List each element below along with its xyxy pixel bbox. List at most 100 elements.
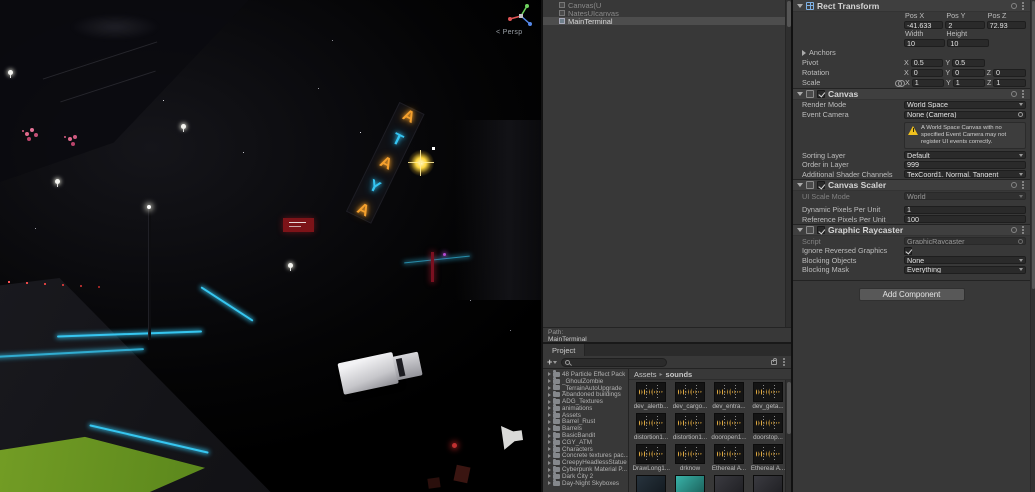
component-header-canvas-scaler[interactable]: Canvas Scaler — [793, 179, 1030, 191]
kebab-menu-icon[interactable] — [1022, 4, 1024, 7]
pivot-x-field[interactable]: 0.5 — [910, 58, 944, 67]
blocking-objects-label: Blocking Objects — [802, 255, 857, 265]
blocking-objects-dropdown[interactable]: None — [904, 256, 1026, 265]
breadcrumb-current[interactable]: sounds — [666, 370, 693, 379]
asset-item[interactable]: dev_entra... — [710, 382, 748, 412]
tab-project[interactable]: Project — [543, 344, 586, 356]
rotation-x-field[interactable]: 0 — [910, 68, 944, 77]
asset-item[interactable] — [710, 475, 748, 492]
rotation-z-field[interactable]: 0 — [993, 68, 1026, 77]
asset-item[interactable]: dev_cargo... — [671, 382, 709, 412]
size-fields-row: 10 10 — [793, 38, 1030, 48]
asset-item[interactable] — [749, 475, 787, 492]
blocking-mask-dropdown[interactable]: Everything — [904, 265, 1026, 274]
asset-item[interactable] — [632, 475, 670, 492]
foldout-icon[interactable] — [797, 228, 803, 232]
foldout-icon[interactable] — [797, 183, 803, 187]
search-input[interactable] — [572, 358, 664, 366]
height-field[interactable]: 10 — [947, 39, 989, 47]
component-enabled-checkbox[interactable] — [817, 89, 825, 98]
chevron-right-icon — [548, 426, 551, 431]
axis-y-label: Y — [946, 78, 951, 87]
smoke-fog — [70, 14, 160, 40]
light-gizmo-icon[interactable] — [55, 179, 60, 187]
shader-channels-label: Additional Shader Channels — [802, 169, 893, 179]
reference-ppu-field[interactable]: 100 — [904, 215, 1026, 224]
audio-waveform-icon — [714, 413, 744, 433]
component-enabled-checkbox[interactable] — [817, 226, 825, 234]
light-gizmo-icon[interactable] — [8, 70, 13, 78]
asset-item[interactable]: dooropen1... — [710, 413, 748, 443]
middle-column: Canvas(U NatesUIcanvas MainTerminal Path… — [541, 0, 791, 492]
event-camera-object-field[interactable]: None (Camera) — [904, 110, 1026, 119]
kebab-menu-icon[interactable] — [1022, 92, 1024, 95]
chevron-right-icon — [548, 433, 551, 438]
object-picker-icon[interactable] — [1018, 112, 1023, 117]
asset-item[interactable]: dev_alertb... — [632, 382, 670, 412]
menu-icon[interactable] — [783, 361, 785, 363]
asset-item[interactable]: distortion1... — [632, 413, 670, 443]
asset-item[interactable]: drknow — [671, 444, 709, 474]
asset-item[interactable] — [671, 475, 709, 492]
rotation-y-field[interactable]: 0 — [952, 68, 985, 77]
order-in-layer-field[interactable]: 999 — [904, 160, 1026, 169]
pos-y-field[interactable]: 2 — [945, 21, 985, 29]
asset-item[interactable]: Ethereal A... — [749, 444, 787, 474]
asset-item[interactable]: doorstop... — [749, 413, 787, 443]
audio-source-gizmo-icon[interactable] — [494, 418, 528, 454]
kebab-menu-icon[interactable] — [1022, 184, 1024, 186]
add-component-button[interactable]: Add Component — [858, 287, 965, 301]
breadcrumb-root[interactable]: Assets — [634, 370, 657, 379]
chevron-right-icon — [548, 447, 551, 452]
foldout-icon[interactable] — [797, 91, 803, 96]
asset-item[interactable]: Ethereal A... — [710, 444, 748, 474]
inspector-scrollbar[interactable] — [1030, 0, 1035, 492]
help-icon[interactable] — [1011, 182, 1017, 188]
foldout-icon[interactable] — [802, 49, 806, 56]
sorting-layer-dropdown[interactable]: Default — [904, 151, 1026, 160]
asset-item[interactable]: dev_geta... — [749, 382, 787, 412]
kebab-menu-icon[interactable] — [1022, 229, 1024, 231]
folder-icon — [553, 424, 560, 432]
lock-icon[interactable] — [771, 357, 777, 365]
folder-item[interactable]: Day-Night Skyboxes — [543, 479, 628, 487]
asset-item[interactable]: DrawLong1... — [632, 444, 670, 474]
dynamic-ppu-field[interactable]: 1 — [904, 205, 1026, 214]
help-icon[interactable] — [1011, 227, 1017, 233]
asset-name: dev_geta... — [752, 403, 784, 410]
asset-item[interactable]: distortion1... — [671, 413, 709, 443]
help-icon[interactable] — [1011, 2, 1017, 9]
ignore-reversed-checkbox[interactable] — [904, 246, 912, 255]
width-field[interactable]: 10 — [904, 39, 946, 47]
light-gizmo-icon[interactable] — [181, 124, 186, 132]
anchors-foldout-row[interactable]: Anchors — [793, 48, 1030, 58]
perspective-mode-label[interactable]: < Persp — [496, 29, 522, 36]
scene-orientation-gizmo[interactable] — [505, 2, 537, 30]
create-asset-button[interactable]: + — [547, 357, 558, 367]
light-gizmo-icon[interactable] — [288, 263, 293, 271]
hierarchy-item-selected[interactable]: MainTerminal — [543, 17, 791, 26]
component-enabled-checkbox[interactable] — [817, 181, 825, 189]
pos-z-field[interactable]: 72.93 — [986, 21, 1026, 29]
audio-waveform-icon — [714, 444, 744, 464]
foldout-icon[interactable] — [797, 3, 803, 8]
component-header-canvas[interactable]: Canvas — [793, 87, 1030, 100]
sorting-layer-label: Sorting Layer — [802, 150, 846, 160]
scene-view[interactable]: A T A Y A < Persp — [0, 0, 541, 492]
scale-link-icon[interactable] — [895, 80, 905, 87]
render-mode-dropdown[interactable]: World Space — [904, 100, 1026, 109]
project-search[interactable] — [561, 357, 668, 367]
pivot-y-field[interactable]: 0.5 — [952, 58, 985, 67]
audio-waveform-icon — [675, 444, 705, 464]
pos-x-field[interactable]: -41.633 — [904, 21, 944, 29]
folder-icon — [553, 431, 560, 439]
help-icon[interactable] — [1011, 90, 1017, 97]
chevron-right-icon — [548, 385, 551, 390]
scale-y-field[interactable]: 1 — [952, 78, 985, 87]
ignore-reversed-row: Ignore Reversed Graphics — [793, 246, 1030, 256]
shader-channels-dropdown[interactable]: TexCoord1, Normal, Tangent — [904, 170, 1026, 179]
scale-z-field[interactable]: 1 — [993, 78, 1026, 87]
rotation-row: Rotation X0 Y0 Z0 — [793, 68, 1030, 78]
component-header-graphic-raycaster[interactable]: Graphic Raycaster — [793, 224, 1030, 236]
scale-x-field[interactable]: 1 — [911, 78, 944, 87]
